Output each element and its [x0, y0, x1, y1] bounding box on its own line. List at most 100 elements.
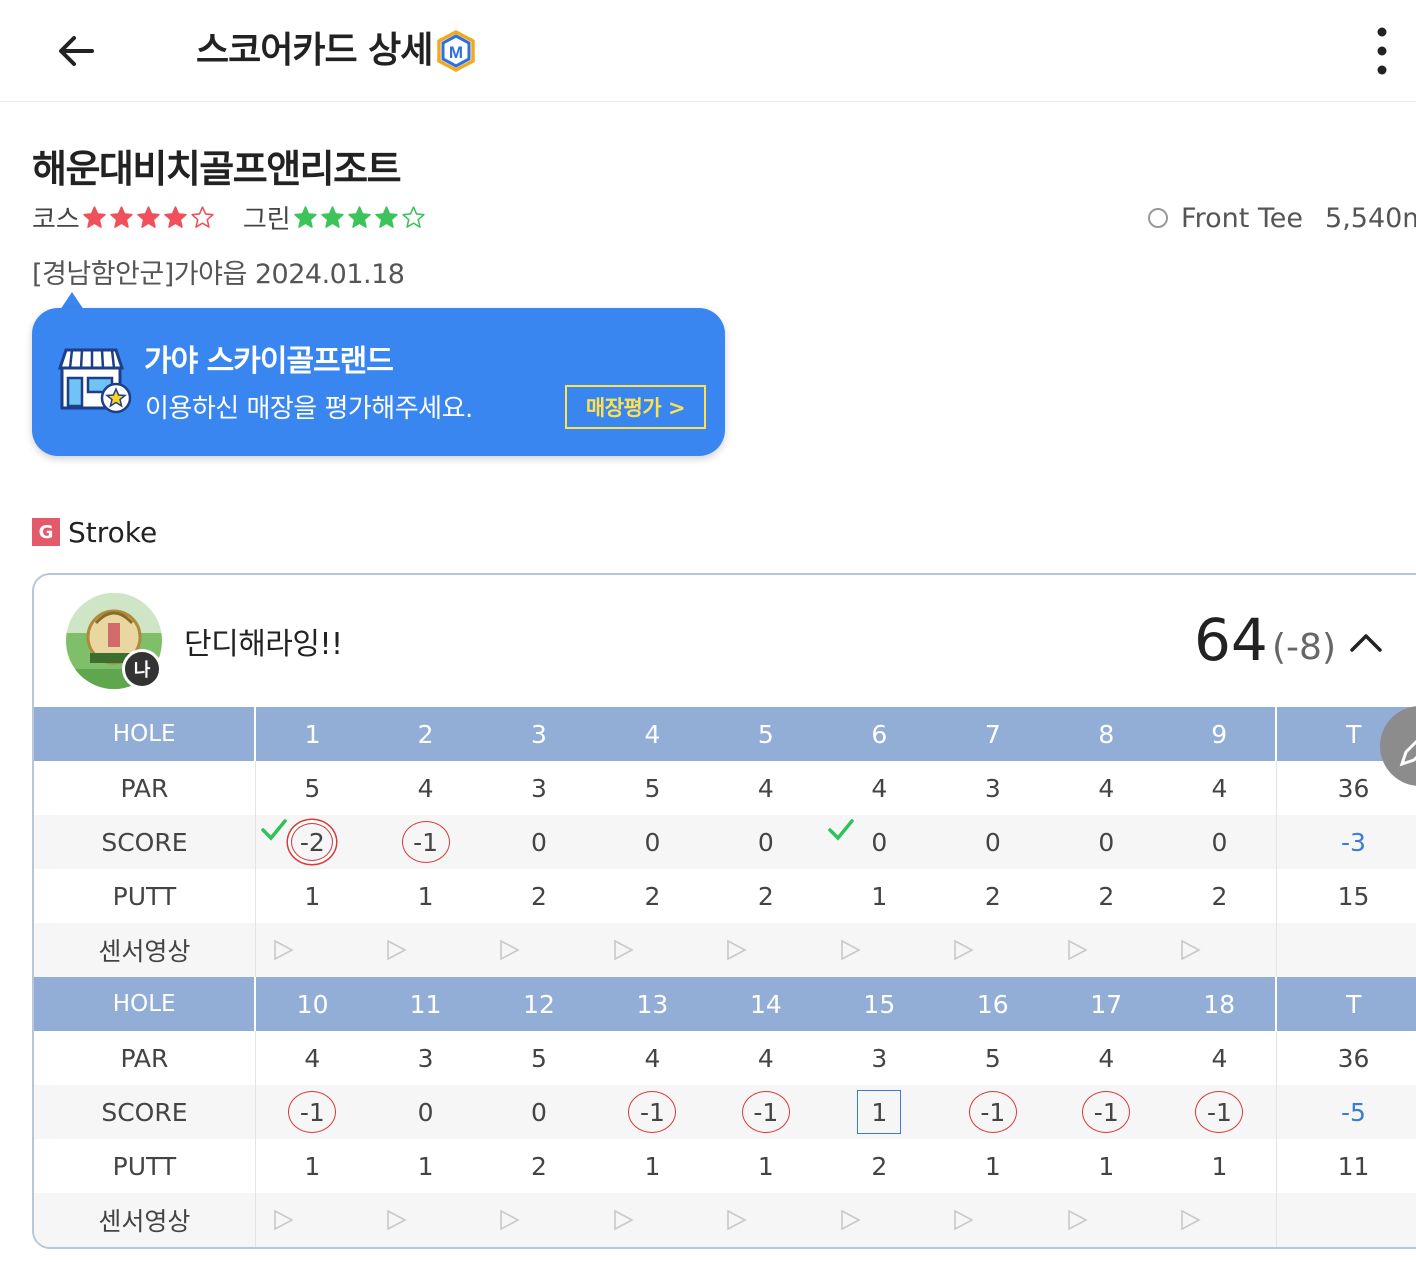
sensor-video-button[interactable]: [368, 1193, 483, 1247]
course-star-empty-icon: [191, 205, 214, 228]
par-score: 0: [531, 1097, 547, 1127]
check-icon: [261, 819, 287, 841]
score-row: SCORE -2 -1 0 0 0 0 0 0 0 -3: [34, 815, 1416, 869]
sensor-video-button[interactable]: [595, 923, 710, 977]
sensor-video-button[interactable]: [1163, 923, 1277, 977]
play-icon: [1067, 939, 1088, 961]
par-value: 4: [757, 1043, 774, 1073]
chevron-up-icon[interactable]: [1346, 623, 1386, 663]
hole-label: HOLE: [34, 977, 257, 1031]
edit-button[interactable]: [1380, 706, 1416, 786]
hole-number: 17: [1049, 977, 1163, 1031]
birdie-score: -1: [1195, 1091, 1244, 1133]
play-icon: [727, 939, 747, 961]
par-value: 4: [417, 773, 434, 803]
back-arrow-icon[interactable]: [52, 26, 102, 76]
putt-value: 1: [417, 1151, 434, 1181]
play-icon: [1181, 939, 1201, 961]
score-cell: -1: [368, 815, 483, 869]
score-row: SCORE -1 0 0 -1 -1 1 -1 -1 -1 -5: [34, 1085, 1416, 1139]
score-cell: -1: [1049, 1085, 1163, 1139]
par-score: 0: [1098, 827, 1115, 857]
par-value: 5: [984, 1043, 1001, 1073]
putt-value: 2: [644, 881, 661, 911]
course-star-filled-icon: [164, 205, 187, 228]
putt-row: PUTT 1 1 2 2 2 1 2 2 2 15: [34, 869, 1416, 923]
sensor-video-button[interactable]: [1049, 923, 1163, 977]
bogey-score: 1: [857, 1090, 902, 1134]
sensor-video-button[interactable]: [709, 923, 823, 977]
par-value: 4: [757, 773, 774, 803]
putt-value: 1: [757, 1151, 774, 1181]
par-value: 4: [871, 773, 888, 803]
hole-number: 15: [822, 977, 937, 1031]
score-cell: 1: [822, 1085, 937, 1139]
play-icon: [387, 1209, 407, 1231]
birdie-score: -1: [401, 821, 450, 863]
putt-value: 2: [757, 881, 774, 911]
sensor-video-button[interactable]: [482, 923, 596, 977]
green-star-filled-icon: [320, 205, 344, 228]
sensor-video-button[interactable]: [482, 1193, 596, 1247]
hole-number: 4: [595, 707, 710, 761]
hole-number: 5: [709, 707, 823, 761]
sensor-video-button[interactable]: [595, 1193, 710, 1247]
score-cell: 0: [936, 815, 1050, 869]
score-cell: 0: [709, 815, 823, 869]
birdie-score: -1: [288, 1091, 337, 1133]
game-type: G Stroke: [32, 516, 157, 549]
score-total: -5: [1275, 1085, 1416, 1139]
par-score: 0: [417, 1097, 434, 1127]
par-label: PAR: [34, 1031, 256, 1085]
sensor-video-button[interactable]: [255, 1193, 369, 1247]
par-score: 0: [757, 827, 774, 857]
scorecard-panel: 나 단디해라잉!! 64 (-8) HOLE 1 2 3 4 5 6 7 8 9 T PAR 5 4 3 5 4…: [32, 573, 1416, 1249]
sensor-video-button[interactable]: [936, 923, 1050, 977]
hole-number: 10: [255, 977, 369, 1031]
par-score: 0: [1211, 827, 1228, 857]
putt-label: PUTT: [34, 869, 256, 923]
sensor-video-button[interactable]: [822, 923, 937, 977]
sensor-video-button[interactable]: [822, 1193, 937, 1247]
play-icon: [274, 939, 294, 961]
putt-value: 1: [984, 1151, 1001, 1181]
sensor-video-button[interactable]: [368, 923, 483, 977]
par-value: 5: [644, 773, 661, 803]
par-value: 5: [531, 1043, 547, 1073]
total-label: T: [1275, 977, 1416, 1031]
store-review-banner[interactable]: 가야 스카이골프랜드 이용하신 매장을 평가해주세요. 매장평가 >: [32, 308, 725, 456]
green-star-empty-icon: [401, 205, 425, 228]
score-cell: -2: [255, 815, 369, 869]
par-value: 3: [417, 1043, 434, 1073]
par-value: 4: [1098, 1043, 1115, 1073]
banner-message: 이용하신 매장을 평가해주세요.: [145, 394, 473, 424]
tee-info: Front Tee 5,540m: [1148, 200, 1416, 236]
sensor-video-button[interactable]: [709, 1193, 823, 1247]
par-value: 4: [1211, 773, 1228, 803]
hole-number: 9: [1163, 707, 1277, 761]
hole-number: 13: [595, 977, 710, 1031]
eagle-score: -2: [291, 823, 334, 861]
par-value: 4: [1211, 1043, 1228, 1073]
birdie-score: -1: [741, 1091, 790, 1133]
more-options-icon[interactable]: [1362, 24, 1402, 78]
total-score-diff: (-8): [1272, 627, 1336, 668]
score-cell: -1: [595, 1085, 710, 1139]
store-review-button[interactable]: 매장평가 >: [565, 385, 706, 429]
green-rating-label: 그린: [242, 204, 291, 235]
putt-value: 1: [1211, 1151, 1228, 1181]
putt-total: 15: [1275, 869, 1416, 923]
score-cell: 0: [595, 815, 710, 869]
sensor-video-button[interactable]: [255, 923, 369, 977]
sensor-video-button[interactable]: [1049, 1193, 1163, 1247]
sensor-video-total: [1275, 923, 1416, 977]
play-icon: [954, 939, 974, 961]
birdie-score: -1: [628, 1091, 677, 1133]
score-cell: -1: [1163, 1085, 1277, 1139]
putt-value: 2: [1098, 881, 1115, 911]
hole-number: 16: [936, 977, 1050, 1031]
tee-name: Front Tee: [1181, 202, 1304, 234]
par-value: 3: [984, 773, 1001, 803]
sensor-video-button[interactable]: [1163, 1193, 1277, 1247]
sensor-video-button[interactable]: [936, 1193, 1050, 1247]
